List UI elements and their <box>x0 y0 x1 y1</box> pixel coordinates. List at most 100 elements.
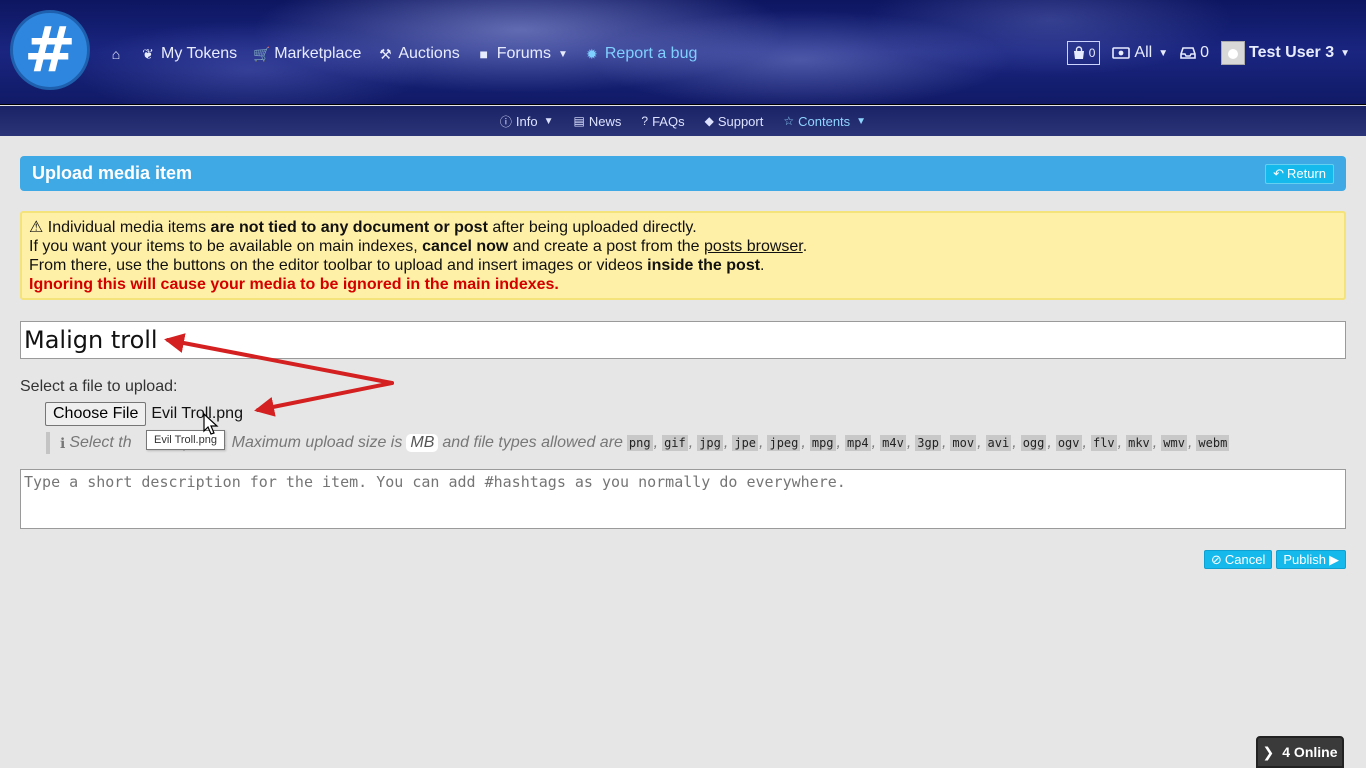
nav-home[interactable]: ⌂ <box>108 46 124 62</box>
user-nav: 0 All ▼ 0 Test User 3 ▼ <box>1066 40 1350 66</box>
file-type-separator: , <box>1152 434 1158 451</box>
file-type-badge: wmv <box>1161 435 1187 451</box>
newspaper-icon: ▤ <box>573 114 585 128</box>
shopping-cart-icon: 🛒 <box>253 45 271 62</box>
subnav-info-label: Info <box>515 113 538 129</box>
subnav-news[interactable]: ▤ News <box>574 114 622 129</box>
return-button[interactable]: ↶ Return <box>1265 163 1334 184</box>
caret-down-icon: ▼ <box>1340 47 1350 59</box>
file-type-separator: , <box>941 434 947 451</box>
choose-file-button[interactable]: Choose File <box>45 402 147 426</box>
subnav-news-label: News <box>588 113 622 129</box>
file-type-badge: mkv <box>1126 435 1152 451</box>
file-type-separator: , <box>871 434 877 451</box>
wallet-selector[interactable]: All ▼ <box>1112 44 1168 62</box>
return-label: Return <box>1286 166 1326 181</box>
max-size-badge: MB <box>406 434 439 452</box>
nav-report-bug-label: Report a bug <box>604 45 698 62</box>
caret-down-icon: ▼ <box>543 115 554 127</box>
nav-auctions[interactable]: ⚒ Auctions <box>377 45 460 63</box>
info-circle-icon: ℹ <box>60 434 66 451</box>
site-logo[interactable]: # <box>10 10 90 90</box>
form-actions: ⊘ Cancel Publish ▶ <box>1203 550 1346 569</box>
star-icon: ☆ <box>783 114 795 128</box>
warning-danger-line: Ignoring this will cause your media to b… <box>29 276 559 293</box>
description-textarea[interactable] <box>20 469 1346 529</box>
bug-icon: ✹ <box>585 45 598 62</box>
home-icon: ⌂ <box>111 46 121 62</box>
warning-line-2: If you want your items to be available o… <box>29 238 808 255</box>
inbox-button[interactable]: 0 <box>1180 44 1209 62</box>
nav-forums[interactable]: ■ Forums ▼ <box>476 45 567 63</box>
subnav-faqs[interactable]: ? FAQs <box>641 114 684 129</box>
subnav-support[interactable]: ◆ Support <box>705 114 764 129</box>
file-type-separator: , <box>977 434 982 451</box>
file-upload-label: Select a file to upload: <box>20 378 178 395</box>
file-type-badge: ogg <box>1020 435 1047 451</box>
header: # ⌂ ❦ My Tokens 🛒 Marketplace ⚒ Auctions… <box>0 0 1366 105</box>
nav-marketplace-label: Marketplace <box>274 45 362 62</box>
page-title: Upload media item <box>32 163 193 183</box>
inbox-count: 0 <box>1200 44 1210 61</box>
nav-my-tokens-label: My Tokens <box>161 45 238 62</box>
file-type-badge: mpg <box>809 435 836 451</box>
user-menu[interactable]: Test User 3 ▼ <box>1221 41 1350 65</box>
file-type-badge: jpeg <box>767 435 801 451</box>
chevron-right-icon: ❯ <box>1262 743 1275 760</box>
file-type-badge: jpg <box>697 435 723 451</box>
warning-box: ⚠ Individual media items are not tied to… <box>20 211 1346 300</box>
inbox-icon <box>1180 47 1196 59</box>
reply-arrow-icon: ↶ <box>1273 165 1284 181</box>
tag-icon: ◆ <box>704 114 714 128</box>
hashtag-logo-icon: # <box>24 13 76 86</box>
file-type-separator: , <box>801 434 806 451</box>
mouse-pointer-icon <box>203 413 219 435</box>
subnav-faqs-label: FAQs <box>652 113 685 129</box>
posts-browser-link[interactable]: posts browser <box>704 238 803 255</box>
subnav-info[interactable]: ⓘ Info ▼ <box>500 113 554 130</box>
nav-my-tokens[interactable]: ❦ My Tokens <box>140 45 237 63</box>
money-icon <box>1112 47 1131 59</box>
user-name: Test User 3 <box>1249 44 1335 61</box>
cancel-button[interactable]: ⊘ Cancel <box>1203 550 1273 569</box>
warning-line-3: From there, use the buttons on the edito… <box>29 257 765 274</box>
shopping-bag-icon <box>1073 46 1084 59</box>
file-type-separator: , <box>688 434 694 451</box>
publish-button[interactable]: Publish ▶ <box>1276 550 1346 569</box>
file-type-badge: avi <box>985 435 1012 451</box>
file-type-separator: , <box>1082 434 1087 451</box>
cart-button[interactable]: 0 <box>1066 41 1101 65</box>
nav-report-bug[interactable]: ✹ Report a bug <box>584 45 698 63</box>
file-type-badge: gif <box>662 435 688 451</box>
question-icon: ? <box>641 114 649 128</box>
online-count: 4 Online <box>1282 744 1338 760</box>
file-type-badge: webm <box>1196 435 1230 451</box>
play-icon: ▶ <box>1329 551 1339 567</box>
online-users-toggle[interactable]: ❯ 4 Online <box>1256 736 1344 768</box>
warning-triangle-icon: ⚠ <box>29 219 44 236</box>
file-type-badge: m4v <box>880 435 906 451</box>
nav-auctions-label: Auctions <box>398 45 460 62</box>
file-type-badge: mp4 <box>844 435 871 451</box>
selected-file-name: Evil Troll.png <box>151 405 243 422</box>
file-type-badge: mov <box>950 435 977 451</box>
caret-down-icon: ▼ <box>1158 47 1169 59</box>
file-type-badge: png <box>626 435 653 451</box>
item-title-input[interactable] <box>20 321 1346 359</box>
file-type-separator: , <box>1117 434 1123 451</box>
arrow-to-file <box>254 381 394 417</box>
file-type-separator: , <box>1187 434 1193 451</box>
ban-icon: ⊘ <box>1210 551 1222 567</box>
subnav-contents[interactable]: ☆ Contents ▼ <box>783 114 866 129</box>
info-icon: ⓘ <box>499 114 512 129</box>
gavel-icon: ⚒ <box>379 45 392 62</box>
file-type-separator: , <box>759 434 764 451</box>
warning-line-1: ⚠ Individual media items are not tied to… <box>29 219 697 236</box>
cart-count: 0 <box>1088 46 1096 60</box>
main-nav: ⌂ ❦ My Tokens 🛒 Marketplace ⚒ Auctions ■… <box>108 42 698 66</box>
upload-hint: ℹ Select th pload. Maximum upload size i… <box>46 432 1346 454</box>
page-title-bar: Upload media item ↶ Return <box>20 156 1346 191</box>
folder-icon: ■ <box>479 46 488 62</box>
nav-marketplace[interactable]: 🛒 Marketplace <box>253 45 361 63</box>
file-type-separator: , <box>836 434 841 451</box>
